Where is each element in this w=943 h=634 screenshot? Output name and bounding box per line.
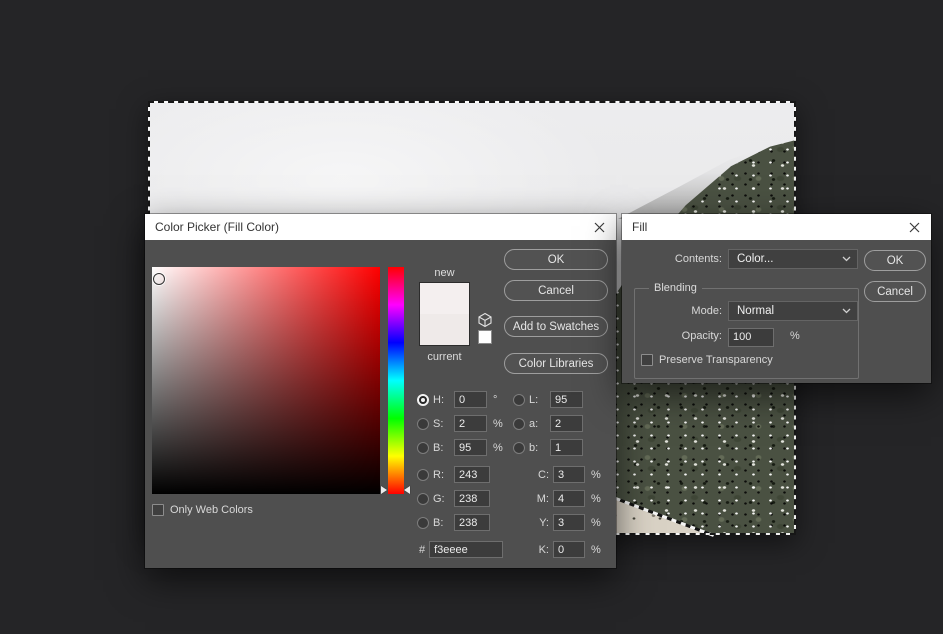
only-web-colors-checkbox[interactable]: [152, 504, 164, 516]
k-input[interactable]: [553, 541, 585, 558]
m-unit: %: [591, 493, 601, 505]
k-unit: %: [591, 544, 601, 556]
b3-label: B:: [433, 517, 450, 529]
hex-input[interactable]: [429, 541, 503, 558]
h-unit: °: [493, 394, 497, 406]
mode-dropdown[interactable]: Normal: [728, 301, 858, 321]
contents-dropdown[interactable]: Color...: [728, 249, 858, 269]
b-unit: %: [493, 442, 503, 454]
c-label: C:: [515, 469, 549, 481]
s-unit: %: [493, 418, 503, 430]
fill-title: Fill: [632, 220, 647, 234]
b3-input[interactable]: [454, 514, 490, 531]
s-radio[interactable]: [417, 418, 429, 430]
preserve-transparency-checkbox[interactable]: [641, 354, 653, 366]
b2-radio[interactable]: [513, 442, 525, 454]
current-color-swatch[interactable]: [420, 314, 469, 345]
opacity-label: Opacity:: [622, 330, 722, 342]
g-input[interactable]: [454, 490, 490, 507]
c-input[interactable]: [553, 466, 585, 483]
websafe-color-swatch[interactable]: [478, 330, 492, 344]
a-radio[interactable]: [513, 418, 525, 430]
s-label: S:: [433, 418, 450, 430]
new-current-swatch[interactable]: [419, 282, 470, 346]
hex-hash-label: #: [419, 544, 425, 556]
color-libraries-button[interactable]: Color Libraries: [504, 353, 608, 374]
opacity-unit: %: [790, 330, 800, 342]
color-field-marker[interactable]: [153, 273, 165, 285]
y-label: Y:: [515, 517, 549, 529]
l-label: L:: [529, 394, 546, 406]
ok-button[interactable]: OK: [504, 249, 608, 270]
b2-input[interactable]: [550, 439, 583, 456]
add-to-swatches-button[interactable]: Add to Swatches: [504, 316, 608, 337]
c-unit: %: [591, 469, 601, 481]
color-picker-dialog: Color Picker (Fill Color) new current OK…: [145, 214, 616, 568]
fill-dialog: Fill Contents: Color... OK Cancel Blendi…: [622, 214, 931, 383]
g-label: G:: [433, 493, 450, 505]
k-label: K:: [515, 544, 549, 556]
g-radio[interactable]: [417, 493, 429, 505]
l-radio[interactable]: [513, 394, 525, 406]
b3-radio[interactable]: [417, 517, 429, 529]
fill-cancel-button[interactable]: Cancel: [864, 281, 926, 302]
m-input[interactable]: [553, 490, 585, 507]
mode-label: Mode:: [622, 305, 722, 317]
contents-value: Color...: [737, 253, 773, 265]
b2-label: b:: [529, 442, 546, 454]
m-label: M:: [515, 493, 549, 505]
new-color-label: new: [419, 267, 470, 279]
contents-label: Contents:: [622, 253, 722, 265]
h-label: H:: [433, 394, 450, 406]
hue-slider-thumb-left[interactable]: [381, 486, 387, 494]
b-label: B:: [433, 442, 450, 454]
r-radio[interactable]: [417, 469, 429, 481]
new-color-swatch: [420, 283, 469, 314]
h-input[interactable]: [454, 391, 487, 408]
opacity-input[interactable]: [728, 328, 774, 347]
color-picker-title: Color Picker (Fill Color): [155, 220, 279, 234]
preserve-transparency-label: Preserve Transparency: [659, 354, 773, 366]
s-input[interactable]: [454, 415, 487, 432]
b-radio[interactable]: [417, 442, 429, 454]
hue-slider[interactable]: [388, 267, 404, 494]
a-label: a:: [529, 418, 546, 430]
r-label: R:: [433, 469, 450, 481]
y-unit: %: [591, 517, 601, 529]
l-input[interactable]: [550, 391, 583, 408]
cancel-button[interactable]: Cancel: [504, 280, 608, 301]
y-input[interactable]: [553, 514, 585, 531]
b-input[interactable]: [454, 439, 487, 456]
fill-ok-button[interactable]: OK: [864, 250, 926, 271]
chevron-down-icon: [842, 308, 851, 314]
hue-slider-thumb-right[interactable]: [404, 486, 410, 494]
r-input[interactable]: [454, 466, 490, 483]
close-icon[interactable]: [907, 220, 921, 234]
chevron-down-icon: [842, 256, 851, 262]
blending-group-label: Blending: [649, 282, 702, 294]
fill-titlebar[interactable]: Fill: [622, 214, 931, 240]
a-input[interactable]: [550, 415, 583, 432]
current-color-label: current: [419, 351, 470, 363]
only-web-colors-label: Only Web Colors: [170, 504, 253, 516]
websafe-cube-icon[interactable]: [477, 312, 493, 328]
saturation-brightness-field[interactable]: [152, 267, 380, 494]
h-radio[interactable]: [417, 394, 429, 406]
mode-value: Normal: [737, 305, 774, 317]
